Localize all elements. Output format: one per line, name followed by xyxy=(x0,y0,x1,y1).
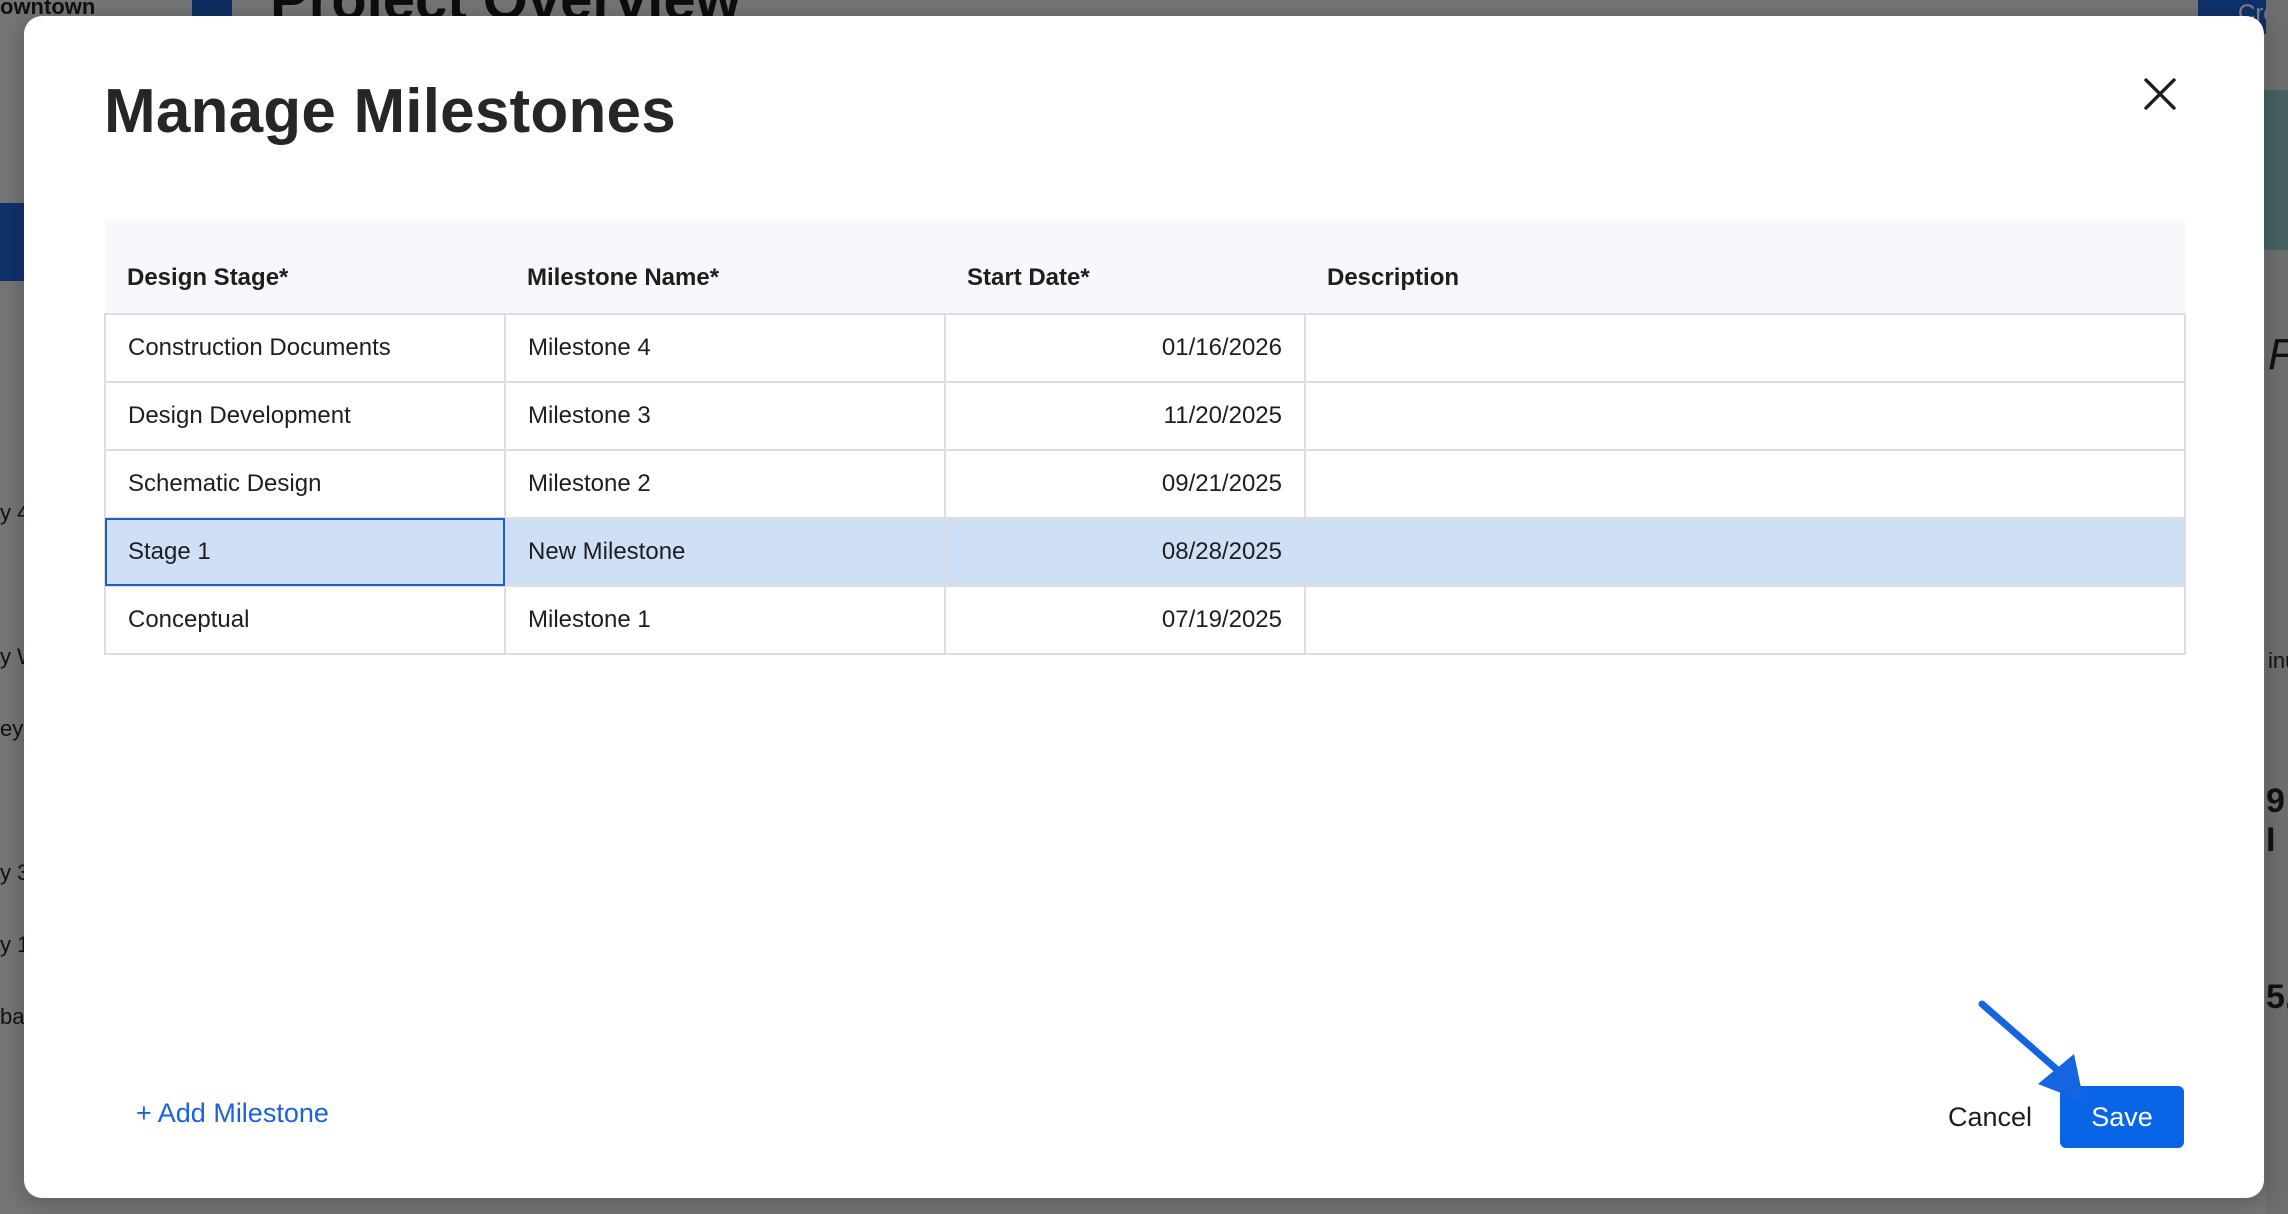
table-row[interactable]: Design Development Milestone 3 11/20/202… xyxy=(104,381,2186,451)
design-stage-cell[interactable]: Conceptual xyxy=(104,585,506,655)
manage-milestones-dialog: Manage Milestones Design Stage* Mileston… xyxy=(24,16,2264,1198)
pointer-arrow-icon xyxy=(1978,1000,2084,1102)
table-row[interactable]: Construction Documents Milestone 4 01/16… xyxy=(104,313,2186,383)
design-stage-cell[interactable]: Construction Documents xyxy=(104,313,506,383)
start-date-cell[interactable]: 11/20/2025 xyxy=(944,381,1306,451)
start-date-cell[interactable]: 08/28/2025 xyxy=(944,517,1306,587)
start-date-cell[interactable]: 07/19/2025 xyxy=(944,585,1306,655)
table-header-row: Design Stage* Milestone Name* Start Date… xyxy=(105,220,2185,314)
design-stage-cell[interactable]: Design Development xyxy=(104,381,506,451)
description-cell[interactable] xyxy=(1304,585,2186,655)
description-cell[interactable] xyxy=(1304,449,2186,519)
milestone-name-cell[interactable]: New Milestone xyxy=(504,517,946,587)
close-button[interactable] xyxy=(2132,66,2188,122)
column-header-start-date: Start Date* xyxy=(967,263,1090,291)
milestone-name-cell[interactable]: Milestone 2 xyxy=(504,449,946,519)
milestone-name-cell[interactable]: Milestone 4 xyxy=(504,313,946,383)
table-row[interactable]: Schematic Design Milestone 2 09/21/2025 xyxy=(104,449,2186,519)
column-header-design-stage: Design Stage* xyxy=(127,263,289,291)
description-cell[interactable] xyxy=(1304,313,2186,383)
column-header-milestone-name: Milestone Name* xyxy=(527,263,720,291)
start-date-cell[interactable]: 01/16/2026 xyxy=(944,313,1306,383)
design-stage-cell[interactable]: Schematic Design xyxy=(104,449,506,519)
milestone-name-cell[interactable]: Milestone 1 xyxy=(504,585,946,655)
table-row-selected[interactable]: Stage 1 New Milestone 08/28/2025 xyxy=(104,517,2186,587)
start-date-cell[interactable]: 09/21/2025 xyxy=(944,449,1306,519)
design-stage-cell-active[interactable]: Stage 1 xyxy=(104,517,506,587)
table-row[interactable]: Conceptual Milestone 1 07/19/2025 xyxy=(104,585,2186,655)
description-cell[interactable] xyxy=(1304,381,2186,451)
milestones-table: Design Stage* Milestone Name* Start Date… xyxy=(104,220,2186,655)
milestone-name-cell[interactable]: Milestone 3 xyxy=(504,381,946,451)
dialog-title: Manage Milestones xyxy=(104,77,676,146)
close-icon xyxy=(2144,78,2176,110)
description-cell[interactable] xyxy=(1304,517,2186,587)
add-milestone-link[interactable]: + Add Milestone xyxy=(136,1098,329,1129)
column-header-description: Description xyxy=(1327,263,1460,291)
